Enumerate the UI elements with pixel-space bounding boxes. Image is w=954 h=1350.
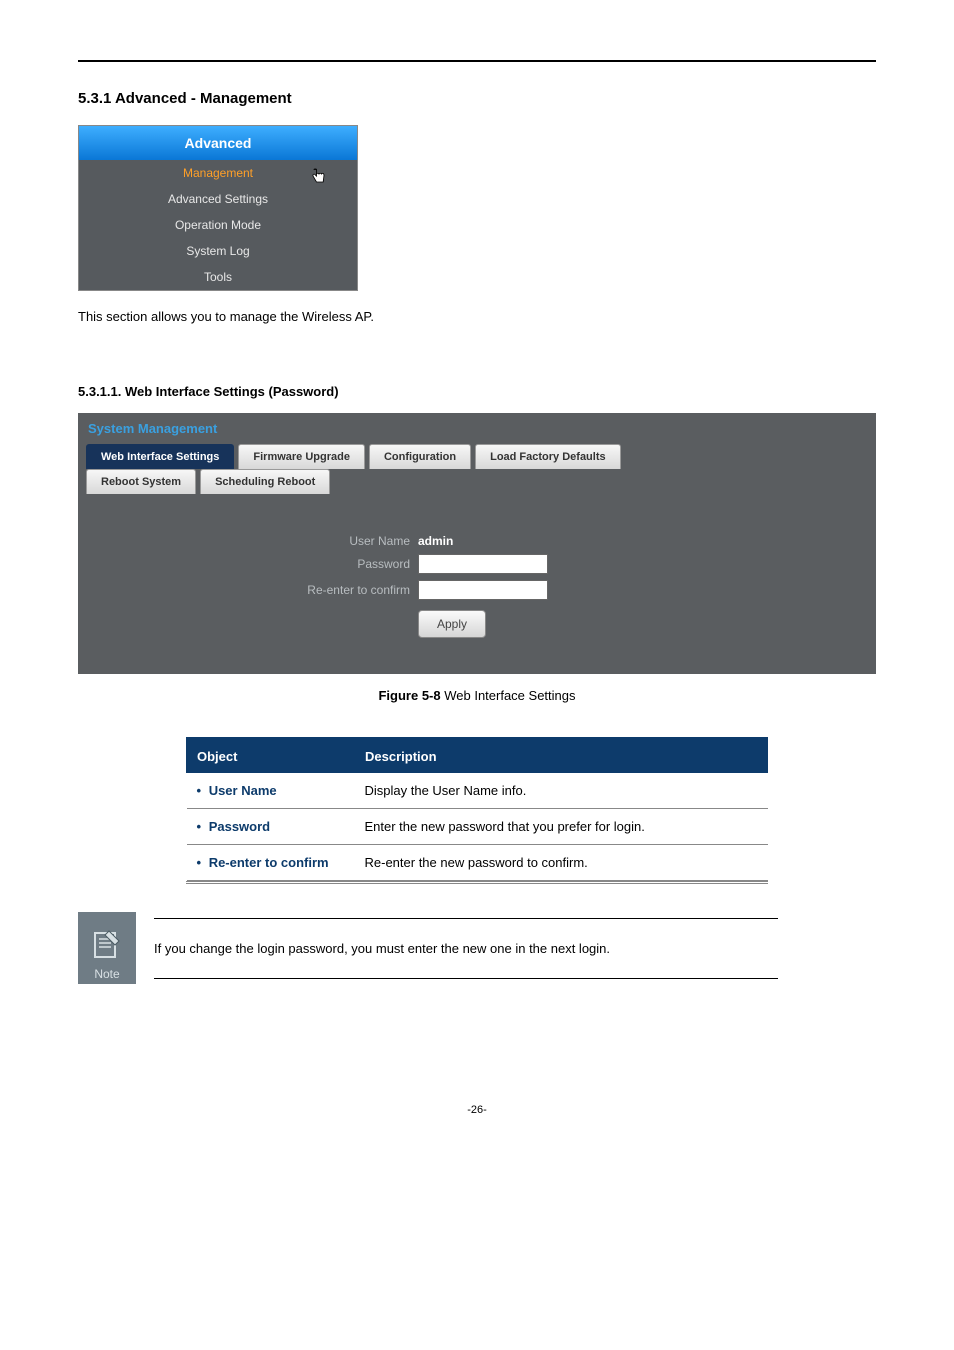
figure-caption: Figure 5-8 Web Interface Settings [78, 688, 876, 703]
tab-configuration[interactable]: Configuration [369, 444, 471, 469]
description-cell: Display the User Name info. [355, 773, 768, 809]
password-label: Password [78, 557, 418, 571]
menu-item-label: Tools [204, 270, 232, 284]
tab-scheduling-reboot[interactable]: Scheduling Reboot [200, 469, 330, 494]
object-cell: User Name [209, 783, 277, 798]
table-row: • User Name Display the User Name info. [187, 773, 768, 809]
table-row: • Password Enter the new password that y… [187, 809, 768, 845]
subsection-heading: 5.3.1.1. Web Interface Settings (Passwor… [78, 384, 876, 399]
confirm-label: Re-enter to confirm [78, 583, 418, 597]
description-cell: Re-enter the new password to confirm. [355, 845, 768, 881]
menu-item-operation-mode[interactable]: Operation Mode [79, 212, 357, 238]
tab-firmware-upgrade[interactable]: Firmware Upgrade [238, 444, 365, 469]
table-header-object: Object [187, 741, 355, 773]
menu-item-system-log[interactable]: System Log [79, 238, 357, 264]
confirm-input[interactable] [418, 580, 548, 600]
description-cell: Enter the new password that you prefer f… [355, 809, 768, 845]
table-header-description: Description [355, 741, 768, 773]
menu-item-tools[interactable]: Tools [79, 264, 357, 290]
figure-text: Web Interface Settings [441, 688, 576, 703]
menu-item-label: Advanced Settings [168, 192, 268, 206]
object-table-wrapper: Object Description • User Name Display t… [186, 737, 768, 884]
user-name-label: User Name [78, 534, 418, 548]
menu-item-label: System Log [186, 244, 249, 258]
note-text: If you change the login password, you mu… [154, 918, 778, 979]
object-cell: Re-enter to confirm [209, 855, 329, 870]
apply-button[interactable]: Apply [418, 610, 486, 638]
intro-text: This section allows you to manage the Wi… [78, 309, 876, 324]
bullet-icon: • [197, 783, 202, 798]
note-label: Note [94, 967, 119, 981]
system-management-panel: System Management Web Interface Settings… [78, 413, 876, 674]
menu-item-advanced-settings[interactable]: Advanced Settings [79, 186, 357, 212]
form-area: User Name admin Password Re-enter to con… [78, 494, 876, 654]
bullet-icon: • [197, 819, 202, 834]
object-description-table: Object Description • User Name Display t… [186, 740, 768, 881]
panel-title: System Management [78, 413, 876, 442]
page-number: -26- [78, 1104, 876, 1116]
horizontal-rule [78, 60, 876, 62]
object-cell: Password [209, 819, 270, 834]
menu-item-management[interactable]: Management [79, 160, 357, 186]
tab-container: Web Interface Settings Firmware Upgrade … [78, 442, 876, 494]
advanced-menu: Advanced Management Advanced Settings Op… [78, 125, 358, 291]
bullet-icon: • [197, 855, 202, 870]
menu-item-label: Management [183, 166, 253, 180]
note-icon: Note [78, 912, 136, 984]
tab-load-factory-defaults[interactable]: Load Factory Defaults [475, 444, 621, 469]
advanced-menu-header: Advanced [79, 126, 357, 160]
note-box: Note If you change the login password, y… [78, 912, 778, 984]
section-heading: 5.3.1 Advanced - Management [78, 90, 876, 107]
cursor-hand-icon [309, 166, 329, 188]
tab-reboot-system[interactable]: Reboot System [86, 469, 196, 494]
menu-item-label: Operation Mode [175, 218, 261, 232]
tab-web-interface-settings[interactable]: Web Interface Settings [86, 444, 234, 469]
password-input[interactable] [418, 554, 548, 574]
user-name-value: admin [418, 534, 453, 548]
figure-number: Figure 5-8 [378, 688, 440, 703]
table-row: • Re-enter to confirm Re-enter the new p… [187, 845, 768, 881]
